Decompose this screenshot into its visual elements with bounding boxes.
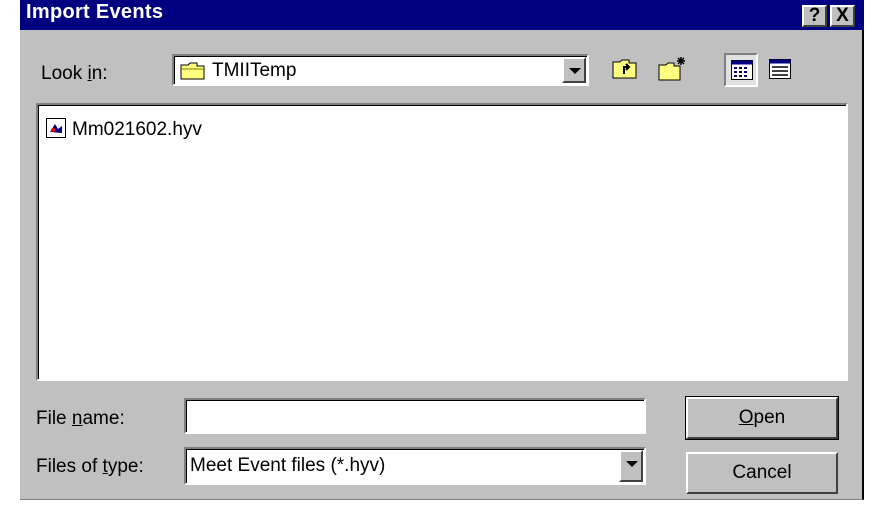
- file-name-label: File name:: [36, 408, 125, 429]
- files-of-type-dropdown[interactable]: Meet Event files (*.hyv): [184, 447, 646, 485]
- folder-icon: [180, 61, 206, 86]
- file-list[interactable]: Mm021602.hyv: [36, 103, 848, 381]
- up-folder-icon: [612, 58, 638, 85]
- open-button[interactable]: Open: [685, 396, 839, 440]
- details-view-icon: [769, 59, 791, 84]
- title-bar: Import Events ? X: [20, 0, 864, 30]
- list-item[interactable]: Mm021602.hyv: [46, 117, 202, 143]
- files-of-type-label: Files of type:: [36, 456, 144, 477]
- import-events-dialog: Import Events ? X Look in: TMIITemp Mm02…: [20, 0, 864, 500]
- up-one-level-button[interactable]: [608, 53, 642, 87]
- new-folder-icon: [658, 56, 688, 87]
- close-button[interactable]: X: [830, 5, 855, 27]
- files-of-type-value: Meet Event files (*.hyv): [190, 455, 386, 476]
- list-view-icon: [731, 60, 753, 85]
- dialog-title: Import Events: [26, 1, 164, 23]
- create-new-folder-button[interactable]: [656, 53, 690, 87]
- list-view-button[interactable]: [724, 53, 758, 87]
- hyv-file-icon: [46, 117, 66, 143]
- look-in-value: TMIITemp: [212, 60, 297, 81]
- look-in-label: Look in:: [41, 63, 108, 84]
- look-in-dropdown[interactable]: TMIITemp: [172, 54, 589, 86]
- help-button[interactable]: ?: [802, 5, 827, 27]
- file-name-label: Mm021602.hyv: [72, 119, 202, 140]
- details-view-button[interactable]: [764, 53, 798, 87]
- look-in-dropdown-arrow[interactable]: [562, 57, 586, 83]
- file-name-input[interactable]: [184, 398, 646, 434]
- files-of-type-dropdown-arrow[interactable]: [619, 450, 643, 482]
- cancel-button[interactable]: Cancel: [686, 452, 838, 494]
